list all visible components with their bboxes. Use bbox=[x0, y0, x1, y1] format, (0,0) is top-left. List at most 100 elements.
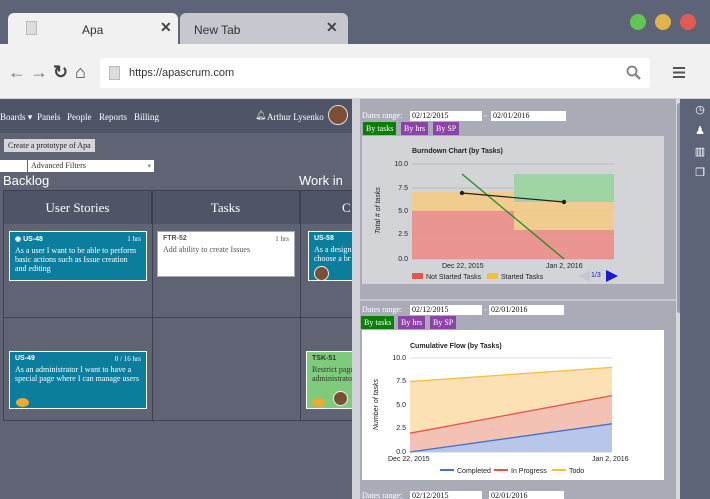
tab-apa[interactable]: Apa ✕ bbox=[8, 13, 178, 44]
browser-tab-bar: Apa ✕ New Tab ✕ bbox=[0, 0, 710, 44]
eye-icon: ◉ bbox=[15, 236, 22, 243]
date-to-input[interactable]: 02/01/2016 bbox=[489, 305, 564, 315]
maximize-window-button[interactable] bbox=[630, 14, 646, 30]
forward-arrow-icon[interactable]: → bbox=[30, 62, 48, 83]
bell-icon[interactable]: 🔔︎ bbox=[255, 110, 266, 121]
card-id: TSK-51 bbox=[312, 355, 337, 362]
cfd-series-group bbox=[409, 366, 613, 453]
prev-arrow-icon[interactable] bbox=[578, 270, 590, 282]
x-tick: Dec 22, 2015 bbox=[388, 456, 430, 463]
date-dash: - bbox=[484, 305, 487, 314]
right-icon-bar: ◷ ♟ ▥ ❐ bbox=[680, 99, 710, 499]
people-icon[interactable]: ♟ bbox=[694, 124, 706, 137]
avatar bbox=[314, 266, 329, 281]
pane-splitter[interactable] bbox=[352, 99, 360, 499]
by-hrs-button[interactable]: By hrs bbox=[398, 316, 426, 329]
advanced-filters-label: Advanced Filters bbox=[31, 161, 86, 170]
y-tick: 7.5 bbox=[398, 185, 408, 192]
card-id: FTR-52 bbox=[163, 235, 187, 242]
comment-icon bbox=[16, 398, 29, 407]
card-text: As a design choose a br bbox=[314, 245, 352, 263]
date-to-input[interactable]: 02/01/2016 bbox=[491, 111, 566, 121]
tab-new-tab[interactable]: New Tab ✕ bbox=[180, 13, 348, 44]
x-tick: Dec 22, 2015 bbox=[442, 263, 484, 270]
card-hours: 1 hrs bbox=[127, 235, 141, 243]
tab-title: New Tab bbox=[194, 23, 241, 37]
filter-select[interactable] bbox=[0, 160, 27, 172]
y-tick: 0.0 bbox=[396, 449, 406, 456]
legend-label: Todo bbox=[569, 468, 584, 475]
by-tasks-button[interactable]: By tasks bbox=[361, 316, 395, 329]
close-tab-icon[interactable]: ✕ bbox=[160, 19, 172, 36]
card-us-48[interactable]: ◉ US-48 1 hrs As a user I want to be abl… bbox=[9, 231, 147, 281]
y-tick: 7.5 bbox=[396, 378, 406, 385]
card-us-49[interactable]: US-49 0 / 16 hrs As an administrator I w… bbox=[9, 351, 147, 409]
column-divider bbox=[300, 191, 301, 422]
nav-panels[interactable]: Panels bbox=[37, 112, 61, 122]
back-arrow-icon[interactable]: ← bbox=[8, 62, 26, 83]
nav-people[interactable]: People bbox=[67, 112, 92, 122]
y-tick: 0.0 bbox=[398, 256, 408, 263]
x-tick: Jan 2, 2016 bbox=[546, 263, 583, 270]
advanced-filters-select[interactable]: Advanced Filters ▾ bbox=[28, 160, 154, 172]
y-tick: 10.0 bbox=[394, 161, 408, 168]
nav-reports[interactable]: Reports bbox=[99, 112, 127, 122]
y-tick: 5.0 bbox=[398, 208, 408, 215]
date-to-input[interactable]: 02/01/2016 bbox=[489, 491, 564, 499]
board-pane: Boards ▾ Panels People Reports Billing 🔔… bbox=[0, 99, 352, 499]
card-tsk-51[interactable]: TSK-51 Restrict page administrato bbox=[306, 351, 352, 409]
y-tick: 2.5 bbox=[398, 231, 408, 238]
by-sp-button[interactable]: By SP bbox=[433, 122, 460, 135]
nav-billing[interactable]: Billing bbox=[134, 112, 159, 122]
close-window-button[interactable] bbox=[680, 14, 696, 30]
card-text: As an administrator I want to have a spe… bbox=[15, 365, 139, 383]
by-sp-button[interactable]: By SP bbox=[430, 316, 457, 329]
burndown-chart: Burndown Chart (by Tasks) Total # of tas… bbox=[362, 136, 664, 284]
avatar[interactable] bbox=[328, 105, 348, 125]
by-tasks-button[interactable]: By tasks bbox=[363, 122, 397, 135]
close-tab-icon[interactable]: ✕ bbox=[326, 19, 338, 36]
user-name[interactable]: Arthur Lysenko bbox=[267, 112, 324, 122]
card-hours: 0 / 16 hrs bbox=[114, 355, 141, 363]
card-us-58[interactable]: US-58 As a design choose a br bbox=[308, 231, 352, 281]
column-header-user-stories: User Stories bbox=[4, 191, 152, 224]
by-hrs-button[interactable]: By hrs bbox=[401, 122, 429, 135]
row-divider bbox=[4, 317, 352, 318]
y-tick: 5.0 bbox=[396, 402, 406, 409]
legend-label: In Progress bbox=[511, 468, 547, 475]
y-axis-label: Total # of tasks bbox=[375, 187, 382, 234]
app-navbar: Boards ▾ Panels People Reports Billing 🔔… bbox=[0, 99, 352, 133]
minimize-window-button[interactable] bbox=[655, 14, 671, 30]
reports-pane: Dates range: 02/12/2015 - 02/01/2016 By … bbox=[360, 99, 680, 499]
url-text: https://apascrum.com bbox=[129, 67, 235, 79]
card-id: US-58 bbox=[314, 235, 334, 242]
column-header-tasks: Tasks bbox=[152, 191, 300, 224]
actual-point bbox=[459, 190, 465, 196]
nav-boards[interactable]: Boards ▾ bbox=[0, 112, 32, 123]
next-arrow-icon[interactable] bbox=[606, 270, 618, 282]
menu-icon[interactable] bbox=[673, 67, 685, 78]
cumulative-flow-svg: Cumulative Flow (by Tasks) Number of tas… bbox=[373, 343, 629, 475]
home-icon[interactable]: ⌂ bbox=[75, 62, 86, 83]
board-table: User Stories Tasks C ◉ US-48 1 hrs As a … bbox=[3, 190, 352, 422]
completed-area bbox=[514, 174, 614, 202]
card-text: Restrict page administrato bbox=[312, 365, 352, 383]
chart-title: Burndown Chart (by Tasks) bbox=[412, 148, 503, 155]
date-from-input[interactable]: 02/12/2015 bbox=[410, 111, 482, 121]
not-started-area-2 bbox=[514, 230, 614, 259]
card-ftr-52[interactable]: FTR-52 1 hrs Add ability to create Issue… bbox=[157, 231, 295, 277]
reload-icon[interactable]: ↻ bbox=[53, 62, 68, 83]
date-from-input[interactable]: 02/12/2015 bbox=[410, 491, 482, 499]
y-tick: 2.5 bbox=[396, 425, 406, 432]
address-bar[interactable]: https://apascrum.com bbox=[100, 58, 650, 88]
legend-swatch bbox=[412, 273, 423, 279]
create-prototype-button[interactable]: Create a prototype of Apa bbox=[4, 139, 95, 152]
bar-chart-icon[interactable]: ▥ bbox=[694, 145, 706, 158]
card-hours: 1 hrs bbox=[275, 235, 289, 243]
y-axis-label: Number of tasks bbox=[373, 379, 380, 430]
search-icon[interactable] bbox=[626, 65, 642, 81]
copy-icon[interactable]: ❐ bbox=[694, 166, 706, 179]
dates-range-label: Dates range: bbox=[362, 491, 403, 499]
clock-icon[interactable]: ◷ bbox=[694, 103, 706, 116]
date-from-input[interactable]: 02/12/2015 bbox=[410, 305, 482, 315]
